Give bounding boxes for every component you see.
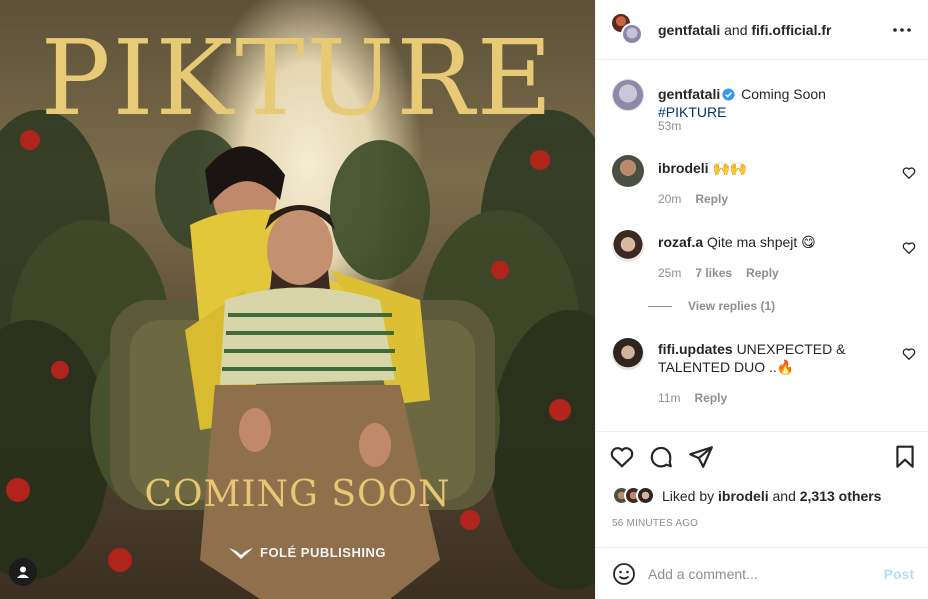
- poster-coming-soon: COMING SOON: [144, 474, 451, 515]
- comment-body: Qite ma shpejt 😋: [707, 234, 816, 250]
- share-paper-plane-icon[interactable]: [688, 444, 714, 470]
- avatar[interactable]: [612, 230, 644, 262]
- like-comment-heart-icon[interactable]: [902, 166, 916, 180]
- collab-avatars[interactable]: [610, 11, 646, 48]
- reply-button[interactable]: Reply: [746, 266, 779, 280]
- comment-meta: 20m Reply: [658, 192, 728, 206]
- like-heart-icon[interactable]: [609, 444, 635, 470]
- add-comment-bar: Post: [596, 547, 928, 599]
- comment-item: rozaf.a Qite ma shpejt 😋 25m 7 likes Rep…: [612, 230, 918, 290]
- reply-button[interactable]: Reply: [695, 192, 728, 206]
- comment-bubble-icon[interactable]: [648, 444, 674, 470]
- header-usernames: gentfatali and fifi.official.fr: [658, 22, 890, 38]
- more-horizontal-icon: [893, 27, 911, 32]
- comment-input[interactable]: [648, 565, 884, 582]
- caption-username[interactable]: gentfatali: [658, 86, 720, 102]
- likes-middle: and: [768, 487, 800, 504]
- header-joiner: and: [720, 21, 752, 38]
- like-comment-heart-icon[interactable]: [902, 241, 916, 255]
- comment-text: ibrodeli 🙌🙌: [658, 159, 888, 177]
- publisher-logo: FOLÉ PUBLISHING: [228, 545, 386, 560]
- comment-meta: 11m Reply: [658, 391, 727, 405]
- view-replies-label: View replies (1): [688, 299, 776, 313]
- comment-item: fifi.updates UNEXPECTED & TALENTED DUO .…: [612, 338, 918, 410]
- comments-list: gentfatali Coming Soon #PIKTURE 53m ibro…: [596, 61, 928, 431]
- avatar[interactable]: [612, 79, 644, 111]
- caption-hashtag[interactable]: #PIKTURE: [658, 104, 726, 120]
- comment-body: 🙌🙌: [712, 160, 748, 176]
- post-actions: Liked by ibrodeli and 2,313 others 56 MI…: [596, 431, 928, 547]
- likes-text: Liked by ibrodeli and 2,313 others: [662, 488, 881, 504]
- publisher-name: FOLÉ PUBLISHING: [260, 545, 386, 560]
- avatar[interactable]: [612, 338, 644, 370]
- action-icons: [609, 444, 914, 470]
- post-side-panel: gentfatali and fifi.official.fr gentfata…: [595, 0, 928, 599]
- comment-likes[interactable]: 7 likes: [695, 266, 732, 280]
- avatar: [636, 486, 655, 505]
- avatar: [621, 22, 643, 45]
- comment-text: rozaf.a Qite ma shpejt 😋: [658, 233, 888, 251]
- header-user-1[interactable]: gentfatali: [658, 22, 720, 38]
- more-options-button[interactable]: [890, 18, 914, 42]
- tagged-users-button[interactable]: [9, 558, 37, 586]
- caption-text: gentfatali Coming Soon #PIKTURE: [658, 85, 888, 121]
- comment-username[interactable]: fifi.updates: [658, 341, 733, 357]
- caption-time[interactable]: 53m: [658, 119, 681, 133]
- comment-time[interactable]: 25m: [658, 266, 681, 280]
- likes-summary[interactable]: Liked by ibrodeli and 2,313 others: [612, 486, 881, 505]
- likes-others[interactable]: 2,313 others: [800, 488, 882, 504]
- like-comment-heart-icon[interactable]: [902, 347, 916, 361]
- reply-button[interactable]: Reply: [694, 391, 727, 405]
- post-image[interactable]: PIKTURE COMING SOON FOLÉ PUBLISHING: [0, 0, 595, 599]
- comment-time[interactable]: 11m: [658, 391, 680, 405]
- user-icon: [17, 566, 29, 578]
- post-timestamp[interactable]: 56 MINUTES AGO: [612, 518, 698, 529]
- save-bookmark-icon[interactable]: [892, 444, 918, 470]
- likes-prefix: Liked by: [662, 487, 719, 504]
- caption-meta: 53m: [658, 119, 681, 133]
- comment-meta: 25m 7 likes Reply: [658, 266, 779, 280]
- caption: gentfatali Coming Soon #PIKTURE 53m: [612, 79, 918, 139]
- header-user-2[interactable]: fifi.official.fr: [751, 22, 831, 38]
- verified-badge-icon: [722, 88, 735, 101]
- comment-time[interactable]: 20m: [658, 192, 681, 206]
- avatar[interactable]: [612, 155, 644, 187]
- view-replies-button[interactable]: View replies (1): [648, 299, 775, 313]
- caption-body: Coming Soon: [741, 86, 826, 102]
- post-comment-button[interactable]: Post: [884, 566, 914, 582]
- emoji-smiley-icon[interactable]: [612, 562, 636, 586]
- post-header: gentfatali and fifi.official.fr: [596, 0, 928, 60]
- comment-username[interactable]: ibrodeli: [658, 160, 709, 176]
- wing-logo-icon: [229, 547, 253, 559]
- view-replies-line: [648, 305, 672, 307]
- comment-username[interactable]: rozaf.a: [658, 234, 703, 250]
- comment-text: fifi.updates UNEXPECTED & TALENTED DUO .…: [658, 340, 888, 376]
- comment-item: ibrodeli 🙌🙌 20m Reply: [612, 155, 918, 215]
- poster-title: PIKTURE: [40, 17, 555, 139]
- likes-user[interactable]: ibrodeli: [718, 488, 769, 504]
